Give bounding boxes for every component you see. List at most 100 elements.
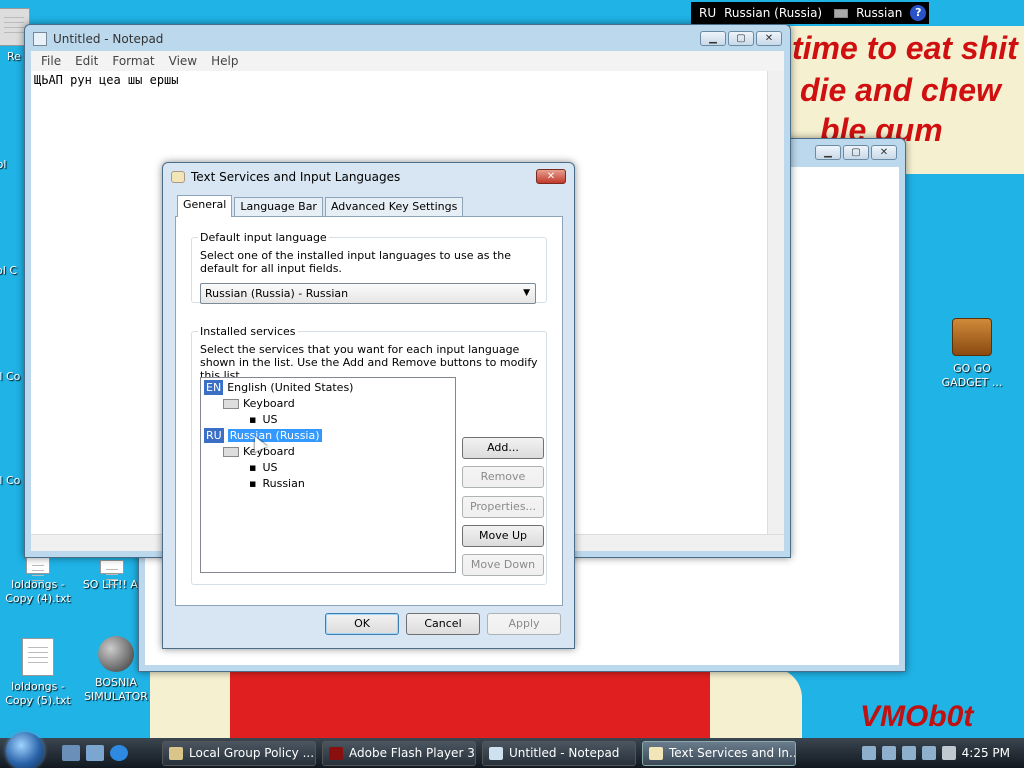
menu-edit[interactable]: Edit: [75, 54, 98, 68]
desktop-icon-loldongs-5[interactable]: loldongs - Copy (5).txt: [0, 638, 78, 708]
lang-code[interactable]: RU: [699, 6, 716, 20]
mine-icon: [98, 636, 134, 672]
show-desktop-icon[interactable]: [62, 745, 80, 761]
tab-advanced-key-settings[interactable]: Advanced Key Settings: [324, 197, 464, 217]
caption-buttons: ▁ ▢ ✕: [815, 145, 897, 160]
tree-label-us: US: [262, 413, 278, 426]
task-local-group-policy[interactable]: Local Group Policy ...: [162, 741, 316, 766]
text-services-dialog[interactable]: Text Services and Input Languages ✕ Gene…: [162, 162, 575, 649]
network-icon[interactable]: [921, 746, 936, 760]
tree-label-russian-layout: Russian: [262, 477, 305, 490]
start-button[interactable]: [6, 732, 44, 768]
tab-general[interactable]: General: [177, 195, 233, 217]
minimize-button[interactable]: ▁: [815, 145, 841, 160]
briefcase-icon: [952, 318, 992, 356]
add-button[interactable]: Add...: [462, 437, 544, 459]
maximize-button[interactable]: ▢: [728, 31, 754, 46]
dialog-title: Text Services and Input Languages: [191, 170, 401, 184]
close-button[interactable]: ✕: [756, 31, 782, 46]
tab-language-bar[interactable]: Language Bar: [234, 197, 323, 217]
keyboard-icon: [223, 399, 239, 409]
desktop-icon-loldongs-4[interactable]: loldongs - Copy (4).txt: [0, 556, 78, 606]
tray-app-icon[interactable]: [861, 746, 876, 760]
wallpaper-cream-shape: [150, 660, 230, 740]
default-language-value: Russian (Russia) - Russian: [205, 287, 349, 300]
flash-icon: [329, 747, 343, 760]
notepad-content: ЩЬАП рун цеа шы ершы: [34, 73, 179, 87]
wallpaper-cream-shape-right: [710, 668, 802, 740]
move-up-button[interactable]: Move Up: [462, 525, 544, 547]
keyboard-icon: [834, 8, 849, 18]
caption-buttons: ✕: [536, 169, 566, 184]
tab-strip: General Language Bar Advanced Key Settin…: [177, 195, 465, 217]
switch-windows-icon[interactable]: [86, 745, 104, 761]
taskbar: Local Group Policy ... Adobe Flash Playe…: [0, 732, 1024, 768]
menu-file[interactable]: File: [41, 54, 61, 68]
text-file-icon: [22, 638, 54, 676]
help-icon[interactable]: ?: [910, 5, 927, 21]
close-button[interactable]: ✕: [871, 145, 897, 160]
properties-button[interactable]: Properties...: [462, 496, 544, 518]
tree-item-keyboard-en[interactable]: Keyboard: [223, 396, 295, 411]
default-language-description: Select one of the installed input langua…: [200, 249, 511, 275]
tree-item-us-en[interactable]: ▪ US: [249, 412, 278, 427]
system-tray: 4:25 PM: [834, 738, 1024, 768]
tree-item-russian-layout[interactable]: ▪ Russian: [249, 476, 305, 491]
keyboard-layout[interactable]: Russian: [856, 6, 902, 20]
wallpaper-text-2: die and chew: [800, 72, 1001, 108]
lang-badge-ru: RU: [204, 428, 224, 443]
task-text-services[interactable]: Text Services and In...: [642, 741, 796, 766]
notepad-icon: [33, 32, 47, 46]
wallpaper-signature: VMOb0t: [860, 700, 974, 733]
chevron-down-icon: ▼: [523, 288, 530, 298]
group-policy-icon: [169, 747, 183, 760]
ok-button[interactable]: OK: [325, 613, 399, 635]
wallpaper-text-1: time to eat shit: [792, 30, 1018, 66]
keyboard-globe-icon: [649, 747, 663, 760]
close-button[interactable]: ✕: [536, 169, 566, 184]
tree-item-us-ru[interactable]: ▪ US: [249, 460, 278, 475]
tray-device-icon[interactable]: [881, 746, 896, 760]
volume-muted-icon[interactable]: [941, 746, 956, 760]
apply-button[interactable]: Apply: [487, 613, 561, 635]
tree-label-us: US: [262, 461, 278, 474]
notepad-menubar: File Edit Format View Help: [31, 51, 784, 71]
menu-help[interactable]: Help: [211, 54, 238, 68]
internet-explorer-icon[interactable]: [110, 745, 128, 761]
notepad-title: Untitled - Notepad: [53, 32, 164, 46]
dialog-titlebar[interactable]: Text Services and Input Languages: [163, 163, 574, 191]
caption-buttons: ▁ ▢ ✕: [700, 31, 782, 46]
vertical-scrollbar[interactable]: [767, 71, 784, 534]
lang-name[interactable]: Russian (Russia): [724, 6, 822, 20]
desktop-icon-gadget[interactable]: GO GO GADGET ...: [932, 318, 1012, 390]
lang-badge-en: EN: [204, 380, 224, 395]
general-tab-panel: Default input language Select one of the…: [175, 216, 563, 606]
bullet-icon: ▪: [249, 461, 257, 474]
remove-button[interactable]: Remove: [462, 466, 544, 488]
wallpaper-red-shape: [230, 660, 710, 740]
menu-view[interactable]: View: [169, 54, 197, 68]
maximize-button[interactable]: ▢: [843, 145, 869, 160]
clock[interactable]: 4:25 PM: [962, 746, 1010, 760]
language-bar[interactable]: RU Russian (Russia) Russian ?: [691, 2, 929, 24]
task-adobe-flash-player[interactable]: Adobe Flash Player 32: [322, 741, 476, 766]
keyboard-globe-icon: [171, 171, 185, 183]
tree-label-russian: Russian (Russia): [227, 429, 322, 442]
minimize-button[interactable]: ▁: [700, 31, 726, 46]
default-language-select[interactable]: Russian (Russia) - Russian ▼: [200, 283, 536, 304]
tree-label-english: English (United States): [227, 381, 354, 394]
menu-format[interactable]: Format: [112, 54, 154, 68]
tree-item-english[interactable]: EN English (United States): [204, 380, 353, 395]
task-notepad[interactable]: Untitled - Notepad: [482, 741, 636, 766]
bullet-icon: ▪: [249, 477, 257, 490]
installed-services-tree[interactable]: EN English (United States) Keyboard ▪ US R…: [200, 377, 456, 573]
shortcut-icon: [100, 560, 124, 587]
text-file-icon: [26, 556, 50, 583]
move-down-button[interactable]: Move Down: [462, 554, 544, 576]
tree-label-keyboard: Keyboard: [243, 397, 295, 410]
notepad-icon: [489, 747, 503, 760]
tray-security-icon[interactable]: [901, 746, 916, 760]
cancel-button[interactable]: Cancel: [406, 613, 480, 635]
notepad-titlebar[interactable]: Untitled - Notepad: [25, 25, 790, 53]
default-language-legend: Default input language: [200, 231, 327, 244]
